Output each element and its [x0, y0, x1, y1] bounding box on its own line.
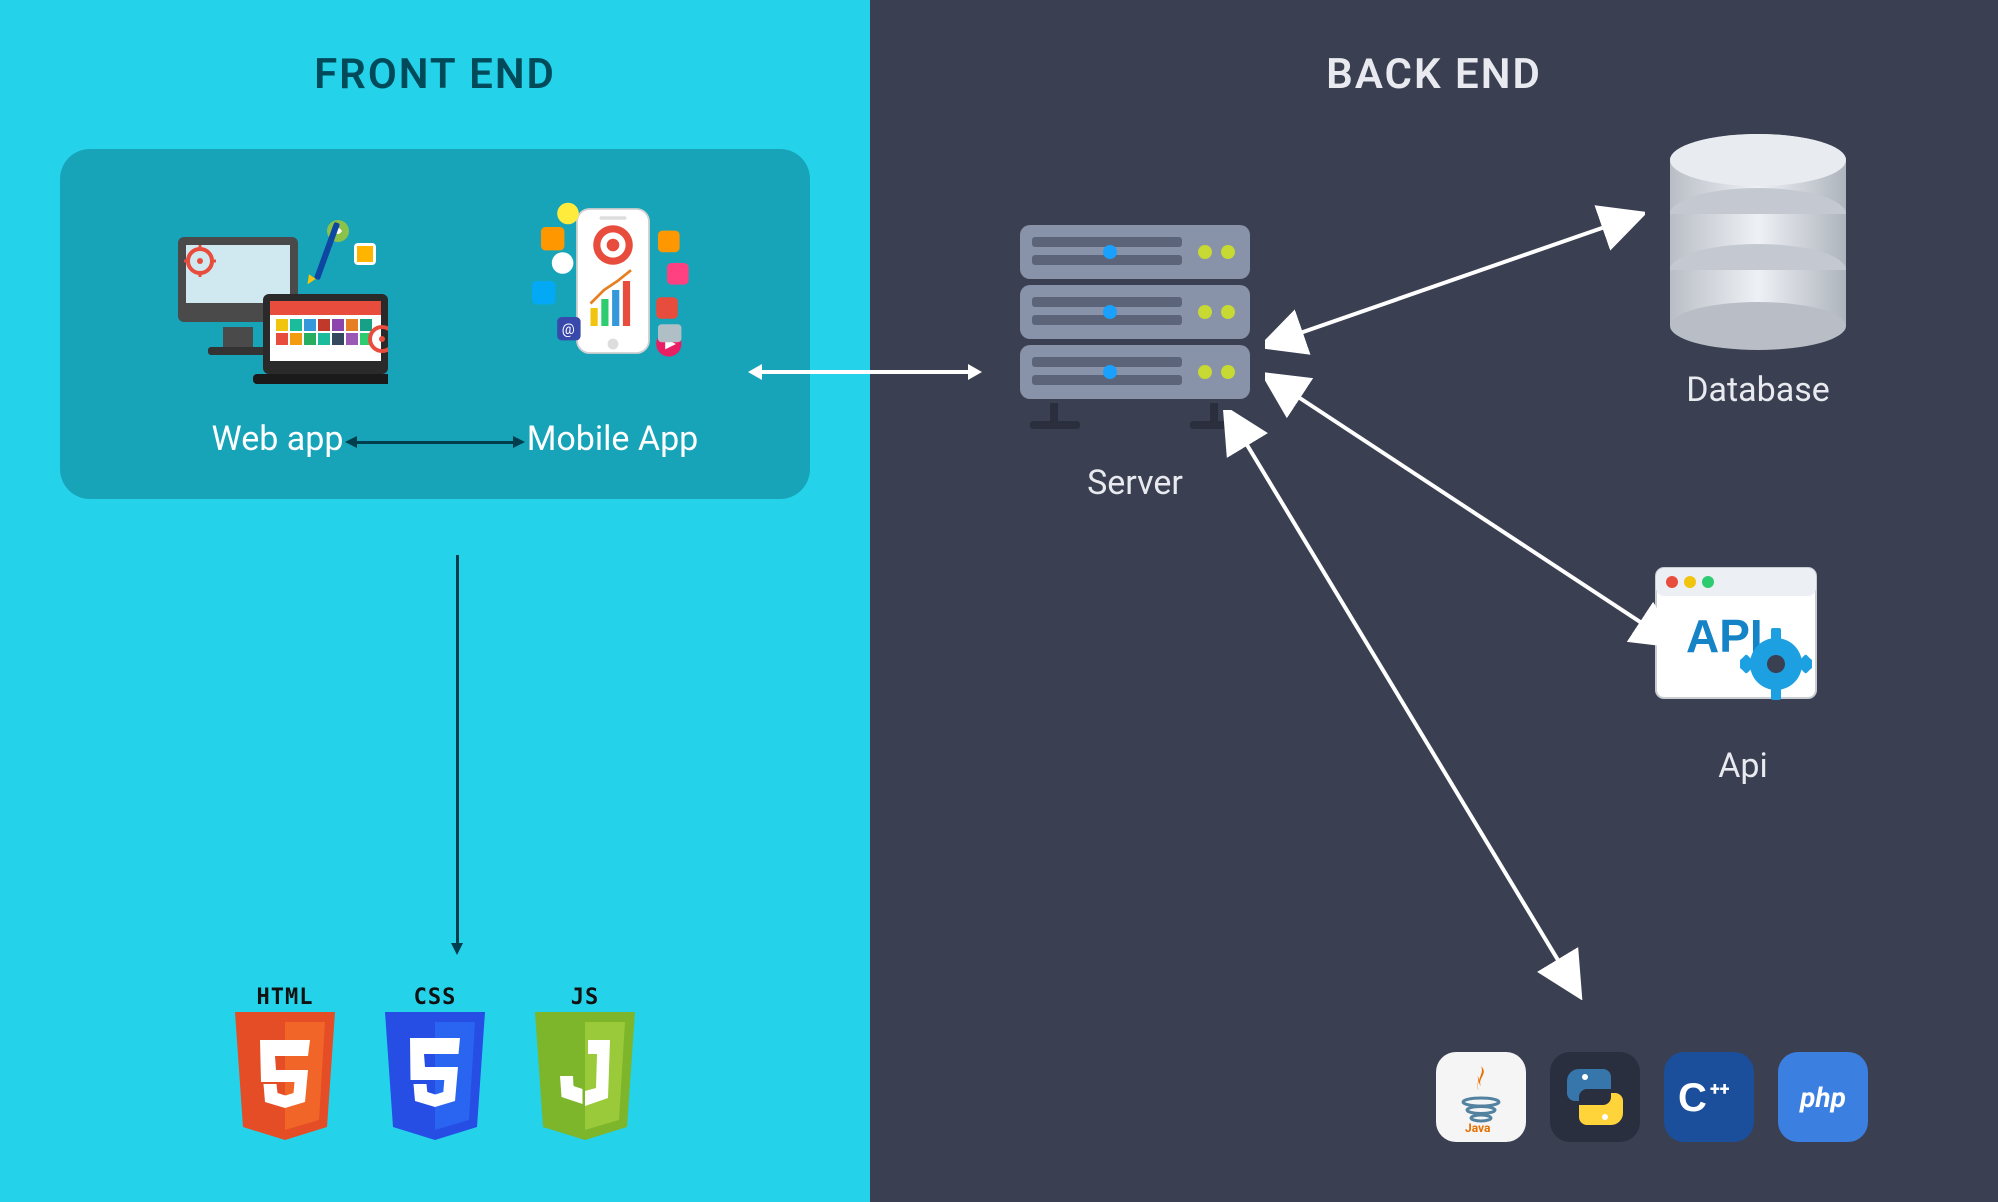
php-tile: php [1778, 1052, 1868, 1142]
server-to-langs-arrow-icon [1220, 410, 1590, 1000]
svg-text:C: C [1678, 1076, 1707, 1120]
cpp-icon: C ++ [1674, 1067, 1744, 1127]
database-block: Database [1658, 130, 1858, 410]
java-icon: Java [1451, 1062, 1511, 1132]
js-label: JS [571, 985, 600, 1010]
js-badge: JS [530, 985, 640, 1142]
database-label: Database [1686, 370, 1830, 410]
python-icon [1563, 1065, 1627, 1129]
api-label: Api [1718, 746, 1768, 786]
api-icon: API [1648, 560, 1838, 730]
html-badge: HTML [230, 985, 340, 1142]
mobileapp-label: Mobile App [527, 419, 699, 459]
server-to-db-arrow-icon [1265, 200, 1645, 360]
html-label: HTML [257, 985, 314, 1010]
mobileapp-illustration: @ [523, 199, 703, 399]
svg-text:Java: Java [1465, 1121, 1491, 1132]
frontend-to-tech-arrow-icon [456, 555, 459, 945]
cpp-tile: C ++ [1664, 1052, 1754, 1142]
backend-panel: BACK END [870, 0, 1998, 1202]
mobileapp-item: @ Mobile App [523, 199, 703, 459]
php-label: php [1800, 1081, 1846, 1114]
python-tile [1550, 1052, 1640, 1142]
java-tile: Java [1436, 1052, 1526, 1142]
backend-languages-row: Java C ++ php [1436, 1052, 1868, 1142]
database-icon [1658, 130, 1858, 350]
frontend-apps-container: Web app [60, 149, 810, 499]
svg-text:API: API [1686, 610, 1763, 662]
frontend-tech-row: HTML CSS JS [230, 985, 640, 1142]
frontend-server-arrow-icon [760, 370, 970, 374]
webapp-illustration [168, 219, 388, 399]
webapp-item: Web app [168, 219, 388, 459]
frontend-title: FRONT END [40, 50, 830, 99]
svg-text:@: @ [561, 321, 574, 338]
backend-title: BACK END [910, 50, 1958, 99]
server-label: Server [1087, 463, 1183, 503]
svg-text:++: ++ [1710, 1079, 1730, 1100]
server-icon [1010, 225, 1260, 435]
frontend-panel: FRONT END [0, 0, 870, 1202]
webapp-label: Web app [212, 419, 344, 459]
html-shield-icon [230, 1012, 340, 1142]
css-label: CSS [414, 985, 457, 1010]
frontend-internal-arrow-icon [355, 441, 515, 444]
js-shield-icon [530, 1012, 640, 1142]
css-badge: CSS [380, 985, 490, 1142]
api-block: API Api [1648, 560, 1838, 786]
css-shield-icon [380, 1012, 490, 1142]
